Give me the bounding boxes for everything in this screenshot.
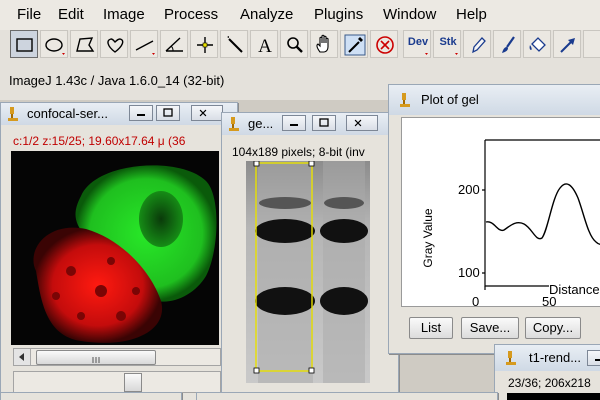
gel-info-text: 104x189 pixels; 8-bit (inv [232, 145, 365, 159]
flood-fill-tool-icon[interactable] [523, 30, 551, 58]
minimize-button[interactable] [129, 105, 153, 121]
channel-slider[interactable] [13, 371, 221, 393]
maximize-icon [163, 108, 173, 117]
close-icon [199, 109, 207, 117]
hand-tool-icon[interactable] [310, 30, 338, 58]
minimize-button[interactable] [587, 350, 600, 366]
menu-analyze[interactable]: Analyze [240, 6, 293, 23]
menubar: File Edit Image Process Analyze Plugins … [0, 0, 600, 30]
t1-titlebar[interactable]: t1-rend... [495, 345, 600, 371]
gel-titlebar[interactable]: ge... [222, 113, 398, 135]
confocal-window-title: confocal-ser... [27, 106, 108, 121]
background-window [0, 392, 182, 400]
plot-canvas[interactable]: Gray Value 200 100 0 50 [401, 117, 600, 309]
arrow-tool-icon[interactable] [553, 30, 581, 58]
desktop: File Edit Image Process Analyze Plugins … [0, 0, 600, 400]
gel-image-canvas[interactable] [246, 161, 370, 383]
plot-window-title: Plot of gel [421, 92, 479, 107]
toolbar: A Dev Stk [0, 30, 600, 60]
minimize-button[interactable] [282, 115, 306, 131]
x-axis-label: Distance [549, 282, 600, 297]
minimize-icon [137, 114, 145, 116]
grip-icon [92, 357, 100, 363]
minimize-icon [595, 359, 600, 361]
menu-image[interactable]: Image [103, 6, 145, 23]
slider-track-start [20, 374, 26, 389]
pencil-tool-icon[interactable] [463, 30, 491, 58]
scrollbar-thumb[interactable] [36, 350, 156, 365]
plot-window: Plot of gel Gray Value 200 100 0 50 Dist… [388, 84, 600, 354]
confocal-titlebar[interactable]: confocal-ser... [1, 103, 237, 125]
confocal-image [33, 165, 217, 343]
maximize-button[interactable] [312, 115, 336, 131]
menu-help[interactable]: Help [456, 6, 487, 23]
close-button[interactable] [346, 115, 378, 131]
t1-info-text: 23/36; 206x218 [508, 376, 591, 390]
x-tick-label: 0 [472, 294, 479, 306]
microscope-icon [506, 351, 516, 365]
developer-menu-tool-icon[interactable]: Dev [403, 30, 431, 58]
gel-image [246, 161, 370, 383]
save-button[interactable]: Save... [461, 317, 519, 339]
profile-line [485, 183, 600, 246]
maximize-icon [319, 118, 329, 127]
menu-window[interactable]: Window [383, 6, 436, 23]
color-picker-tool-icon[interactable] [340, 30, 368, 58]
y-tick-label: 100 [458, 265, 480, 280]
plot-titlebar[interactable]: Plot of gel [389, 85, 600, 115]
list-button[interactable]: List [409, 317, 453, 339]
menu-edit[interactable]: Edit [58, 6, 84, 23]
svg-text:A: A [258, 36, 272, 57]
background-window [196, 392, 498, 400]
more-tools-button[interactable] [583, 30, 600, 58]
arrow-left-icon [19, 353, 24, 361]
microscope-icon [400, 93, 410, 107]
oval-tool-icon[interactable] [40, 30, 68, 58]
angle-tool-icon[interactable] [160, 30, 188, 58]
wand-tool-icon[interactable] [220, 30, 248, 58]
line-tool-icon[interactable] [130, 30, 158, 58]
confocal-image-canvas[interactable] [11, 151, 219, 345]
t1-rendering-window: t1-rend... 23/36; 206x218 [494, 344, 600, 400]
t1-image-canvas[interactable] [507, 393, 600, 400]
confocal-info-text: c:1/2 z:15/25; 19.60x17.64 μ (36 [13, 134, 186, 148]
polygon-tool-icon[interactable] [70, 30, 98, 58]
horizontal-scrollbar[interactable] [13, 348, 221, 366]
close-icon [354, 119, 362, 127]
stack-tool-icon[interactable]: Stk [433, 30, 461, 58]
y-tick-label: 200 [458, 182, 480, 197]
gel-window-title: ge... [248, 116, 274, 131]
t1-window-title: t1-rend... [529, 350, 582, 365]
confocal-image-window: confocal-ser... c:1/2 z:15/25; 19.60x17.… [0, 102, 238, 400]
rectangle-tool-icon[interactable] [10, 30, 38, 58]
brush-tool-icon[interactable] [493, 30, 521, 58]
profile-plot: Gray Value 200 100 0 50 [421, 139, 600, 309]
status-text: ImageJ 1.43c / Java 1.6.0_14 (32-bit) [9, 73, 225, 88]
magnifier-tool-icon[interactable] [280, 30, 308, 58]
text-tool-icon[interactable]: A [250, 30, 278, 58]
gel-image-window: ge... 104x189 pixels; 8-bit (inv [221, 112, 399, 400]
close-button[interactable] [191, 105, 223, 121]
minimize-icon [290, 124, 298, 126]
slider-thumb[interactable] [124, 373, 142, 392]
menu-process[interactable]: Process [164, 6, 218, 23]
menu-file[interactable]: File [17, 6, 41, 23]
close-x-tool-icon[interactable] [370, 30, 398, 58]
microscope-icon [229, 117, 239, 131]
y-axis-label: Gray Value [421, 208, 435, 267]
copy-button[interactable]: Copy... [525, 317, 581, 339]
menu-plugins[interactable]: Plugins [314, 6, 363, 23]
microscope-icon [8, 107, 18, 121]
maximize-button[interactable] [156, 105, 180, 121]
freehand-tool-icon[interactable] [100, 30, 128, 58]
point-tool-icon[interactable] [190, 30, 218, 58]
scroll-left-button[interactable] [14, 349, 31, 365]
